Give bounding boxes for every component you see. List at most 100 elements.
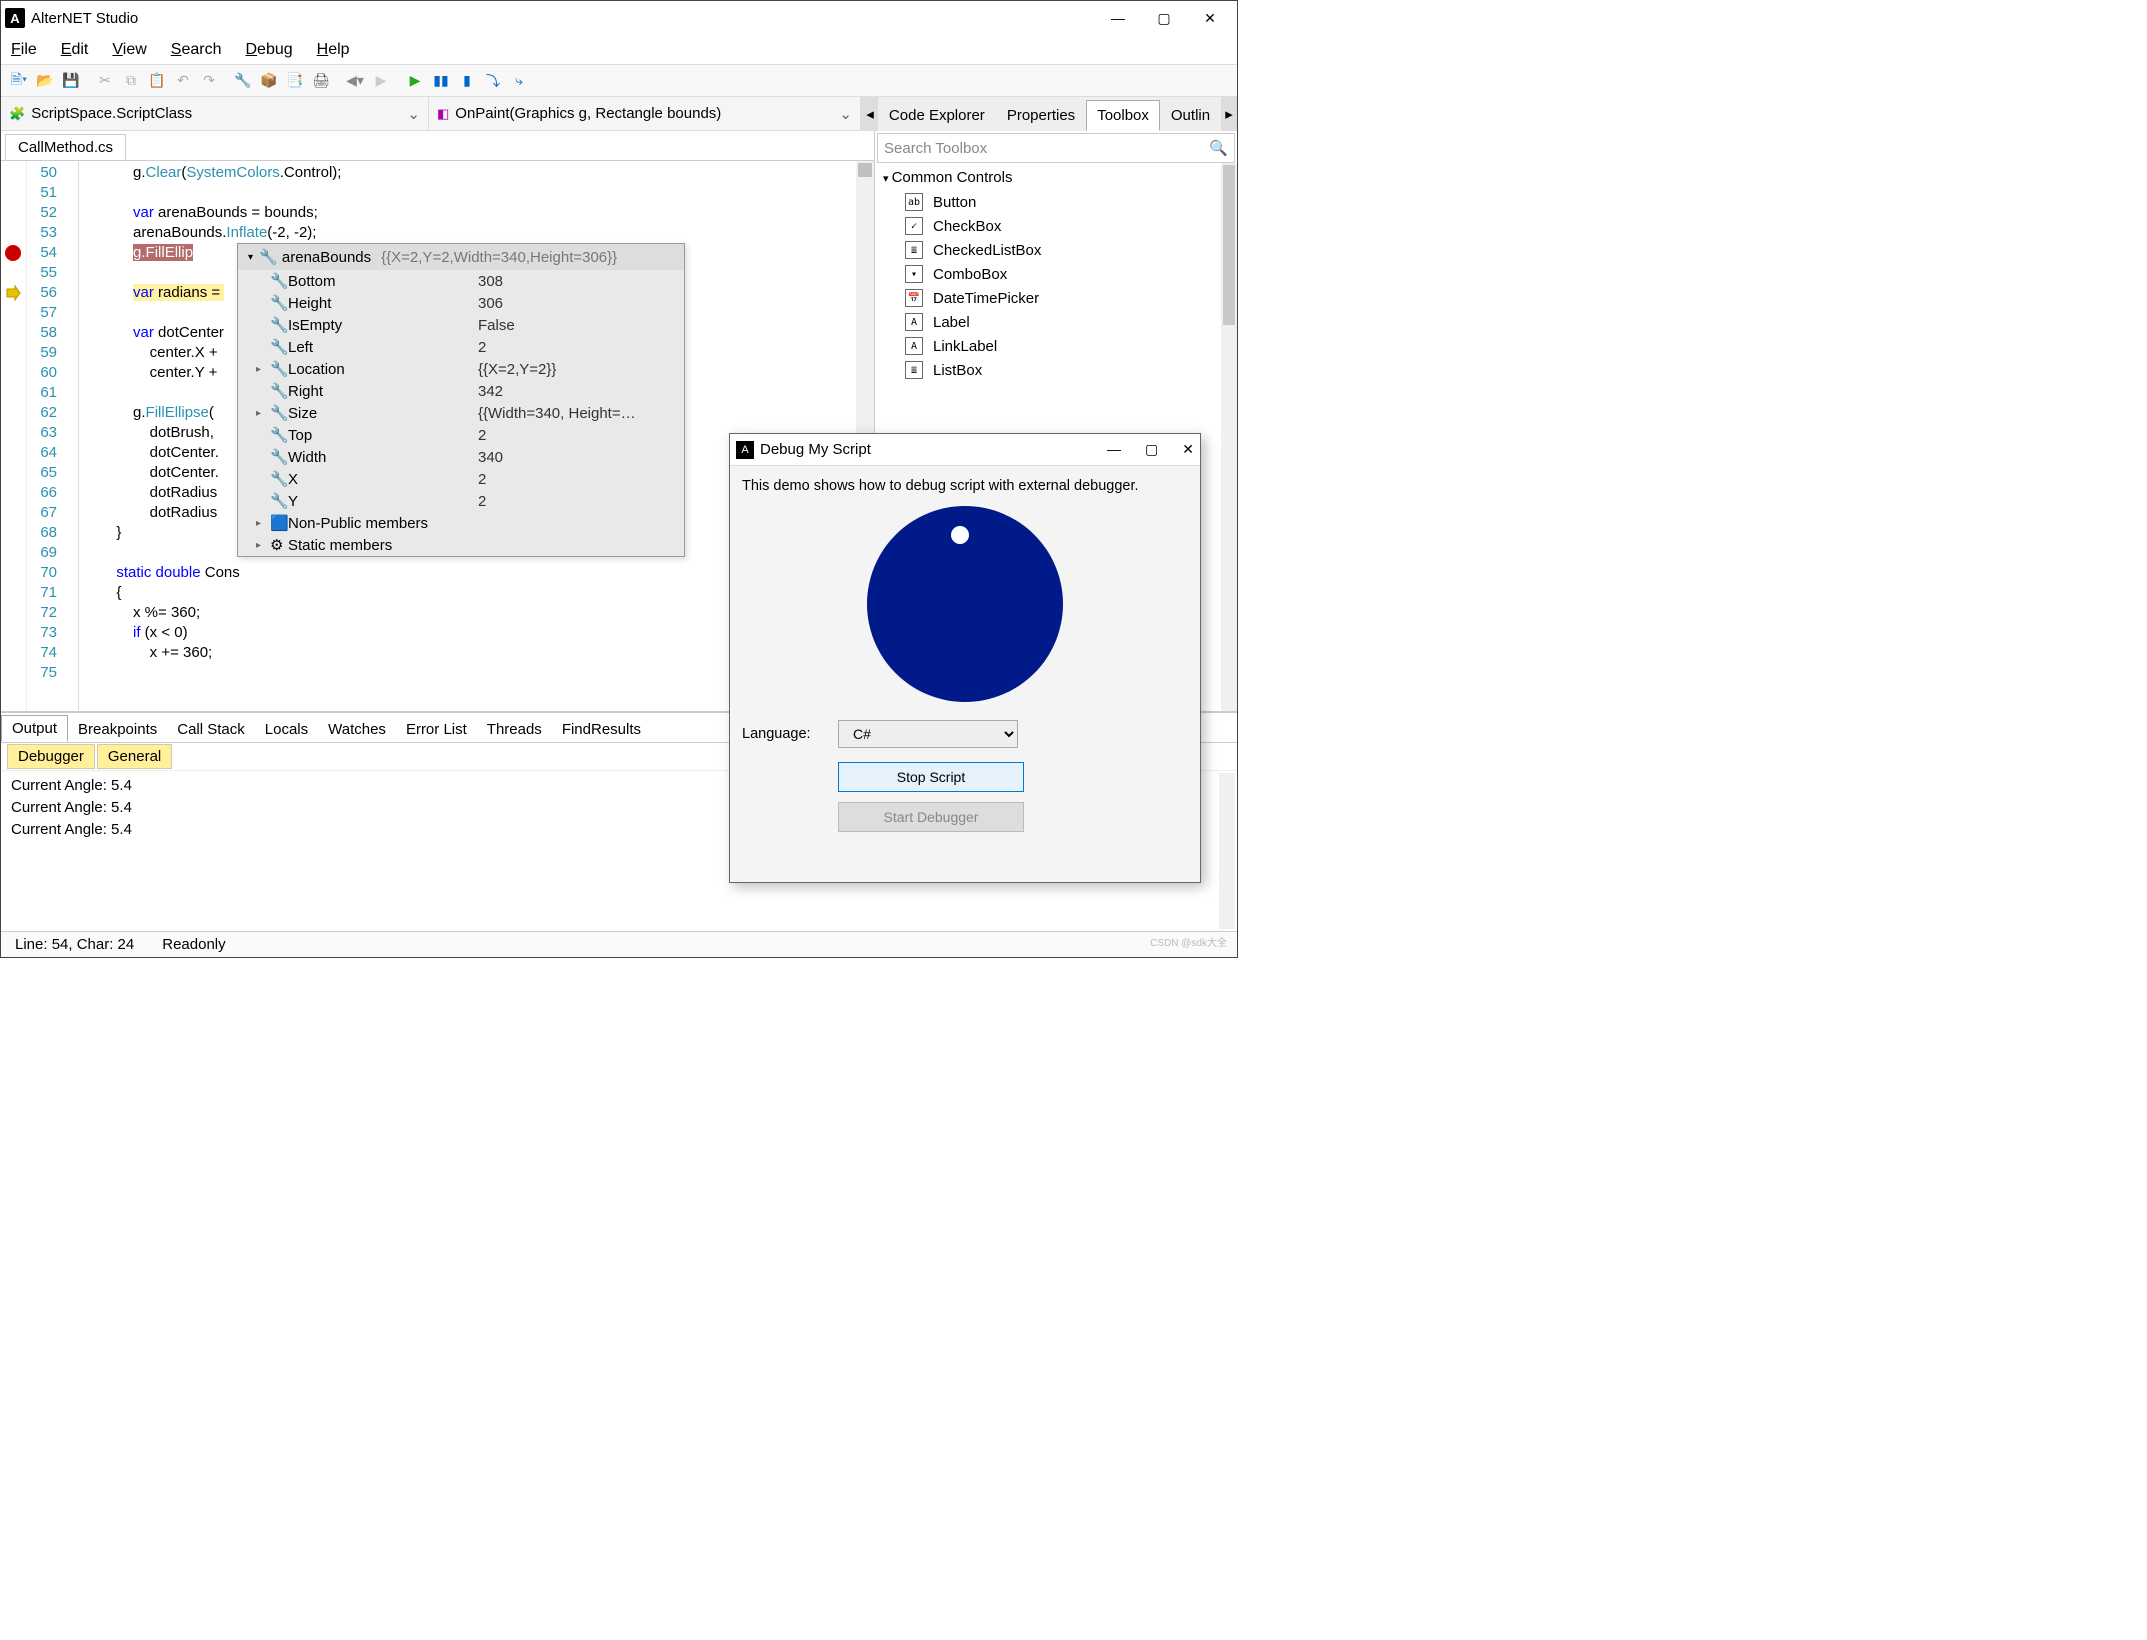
toolbox-item-icon: ≣ (905, 361, 923, 379)
app-logo-icon: A (736, 441, 754, 459)
toolbox-item[interactable]: ≣ CheckedListBox (875, 238, 1237, 262)
tab-outline[interactable]: Outlin (1160, 100, 1221, 131)
tooltip-row[interactable]: ▸⚙ Static members (238, 534, 684, 556)
new-file-icon[interactable]: 🗎▾ (7, 69, 31, 93)
paste-icon[interactable]: 📋 (145, 69, 169, 93)
wrench-icon: 🔧 (259, 248, 278, 266)
breakpoint-icon[interactable] (5, 245, 21, 261)
language-select[interactable]: C# (838, 720, 1018, 748)
tooltip-row[interactable]: ▸🔧 Size{{Width=340, Height=… (238, 402, 684, 424)
tabs-scroll-right[interactable]: ▸ (1221, 97, 1237, 131)
undo-icon[interactable]: ↶ (171, 69, 195, 93)
nav-back-icon[interactable]: ◀▾ (343, 69, 367, 93)
toolbox-item-label: ListBox (933, 362, 982, 379)
tab-toolbox[interactable]: Toolbox (1086, 100, 1160, 131)
toolbox-item[interactable]: A LinkLabel (875, 334, 1237, 358)
subtab-debugger[interactable]: Debugger (7, 744, 95, 769)
menu-view[interactable]: View (108, 39, 150, 61)
minimize-button[interactable]: — (1107, 441, 1121, 458)
toolbox-scrollbar[interactable] (1221, 163, 1237, 711)
bottom-tab[interactable]: Threads (477, 717, 552, 742)
tooltip-row[interactable]: 🔧 Right342 (238, 380, 684, 402)
method-selector[interactable]: ◧ OnPaint(Graphics g, Rectangle bounds) … (429, 97, 861, 130)
tab-code-explorer[interactable]: Code Explorer (878, 100, 996, 131)
titlebar: A AlterNET Studio — ▢ ✕ (1, 1, 1237, 35)
tool-icon-3[interactable]: 📑 (283, 69, 307, 93)
file-tab[interactable]: CallMethod.cs (5, 134, 126, 160)
file-tabs: CallMethod.cs (1, 131, 874, 161)
toolbox-item[interactable]: A Label (875, 310, 1237, 334)
maximize-button[interactable]: ▢ (1145, 441, 1158, 458)
bottom-tab[interactable]: Locals (255, 717, 318, 742)
toolbox-item[interactable]: ✓ CheckBox (875, 214, 1237, 238)
marker-gutter (1, 161, 27, 711)
bottom-tab[interactable]: Breakpoints (68, 717, 167, 742)
toolbox-item[interactable]: 📅 DateTimePicker (875, 286, 1237, 310)
toolbox-search[interactable]: Search Toolbox 🔍 (877, 133, 1235, 163)
toolbox-item-icon: ✓ (905, 217, 923, 235)
toolbox-item-icon: ▾ (905, 265, 923, 283)
maximize-button[interactable]: ▢ (1141, 2, 1187, 34)
search-icon: 🔍 (1209, 139, 1228, 157)
menu-edit[interactable]: Edit (57, 39, 93, 61)
watermark: CSDN @sdk大全 (1150, 934, 1227, 949)
close-button[interactable]: ✕ (1182, 441, 1194, 458)
bottom-tab[interactable]: Call Stack (167, 717, 255, 742)
class-selector[interactable]: 🧩 ScriptSpace.ScriptClass ⌄ (1, 97, 429, 130)
redo-icon[interactable]: ↷ (197, 69, 221, 93)
open-folder-icon[interactable]: 📂 (33, 69, 57, 93)
menu-file[interactable]: File (7, 39, 41, 61)
toolbox-item-icon: ab (905, 193, 923, 211)
bottom-tab[interactable]: Watches (318, 717, 396, 742)
cut-icon[interactable]: ✂ (93, 69, 117, 93)
tooltip-row[interactable]: ▸🟦 Non-Public members (238, 512, 684, 534)
menu-search[interactable]: Search (167, 39, 226, 61)
toolbox-item-label: LinkLabel (933, 338, 997, 355)
tooltip-row[interactable]: ▸🔧 Location{{X=2,Y=2}} (238, 358, 684, 380)
debug-canvas (742, 502, 1188, 702)
pause-icon[interactable]: ▮▮ (429, 69, 453, 93)
step-over-icon[interactable]: ⤵ (481, 69, 505, 93)
tooltip-row[interactable]: 🔧 Top2 (238, 424, 684, 446)
close-button[interactable]: ✕ (1187, 2, 1233, 34)
menu-debug[interactable]: Debug (241, 39, 296, 61)
toolbox-group[interactable]: Common Controls (875, 165, 1237, 190)
statusbar: Line: 54, Char: 24 Readonly (1, 931, 1237, 957)
bottom-tab[interactable]: Error List (396, 717, 477, 742)
tooltip-row[interactable]: 🔧 Width340 (238, 446, 684, 468)
minimize-button[interactable]: — (1095, 2, 1141, 34)
tooltip-row[interactable]: 🔧 Height306 (238, 292, 684, 314)
run-icon[interactable]: ▶ (403, 69, 427, 93)
tooltip-row[interactable]: 🔧 Left2 (238, 336, 684, 358)
language-label: Language: (742, 726, 822, 742)
tool-icon-2[interactable]: 📦 (257, 69, 281, 93)
status-position: Line: 54, Char: 24 (11, 936, 138, 953)
fold-column (63, 161, 79, 711)
toolbox-item[interactable]: ab Button (875, 190, 1237, 214)
output-scrollbar[interactable] (1219, 773, 1235, 929)
step-into-icon[interactable]: ⤷ (507, 69, 531, 93)
toolbox-item-label: Button (933, 194, 976, 211)
copy-icon[interactable]: ⧉ (119, 69, 143, 93)
tooltip-row[interactable]: 🔧 Bottom308 (238, 270, 684, 292)
tooltip-row[interactable]: 🔧 IsEmptyFalse (238, 314, 684, 336)
tool-icon-4[interactable]: 🖨 (309, 69, 333, 93)
app-logo: A (5, 8, 25, 28)
stop-icon[interactable]: ▮ (455, 69, 479, 93)
save-icon[interactable]: 💾 (59, 69, 83, 93)
tooltip-row[interactable]: 🔧 X2 (238, 468, 684, 490)
stop-script-button[interactable]: Stop Script (838, 762, 1024, 792)
bottom-tab[interactable]: FindResults (552, 717, 651, 742)
toolbox-item[interactable]: ≣ ListBox (875, 358, 1237, 382)
bottom-tab[interactable]: Output (1, 715, 68, 742)
toolbox-item[interactable]: ▾ ComboBox (875, 262, 1237, 286)
tool-icon-1[interactable]: 🔧 (231, 69, 255, 93)
tooltip-row[interactable]: 🔧 Y2 (238, 490, 684, 512)
subtab-general[interactable]: General (97, 744, 172, 769)
tabs-scroll-left[interactable]: ◂ (862, 97, 878, 131)
menu-help[interactable]: Help (313, 39, 354, 61)
method-selector-text: OnPaint(Graphics g, Rectangle bounds) (455, 105, 721, 122)
tab-properties[interactable]: Properties (996, 100, 1086, 131)
nav-fwd-icon[interactable]: ▶ (369, 69, 393, 93)
dot-circle (951, 526, 969, 544)
